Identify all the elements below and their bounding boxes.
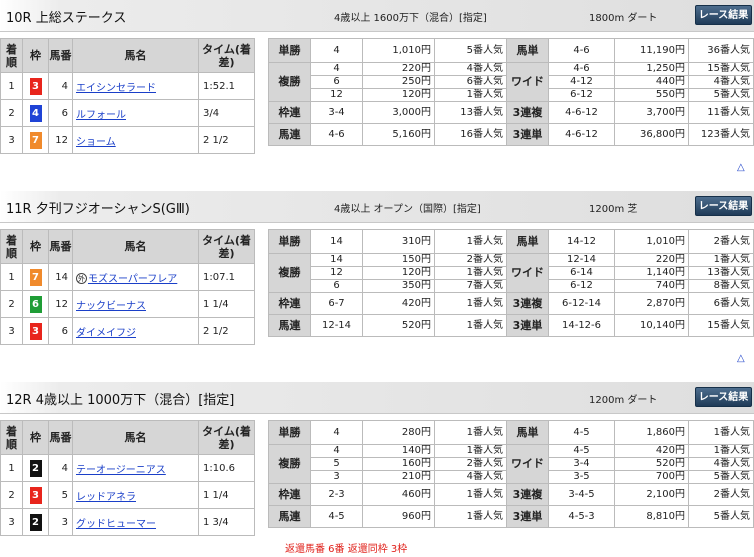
label-sanrenpuku: 3連複 [506, 292, 549, 315]
waku-badge: 7 [29, 131, 42, 149]
race-condition: 4歳以上 オープン（国際）[指定] [334, 204, 481, 215]
label-sanrenpuku: 3連複 [506, 101, 549, 124]
label-umatan: 馬単 [506, 229, 549, 254]
label-sanrenpuku: 3連複 [506, 483, 549, 506]
label-wakuren: 枠連 [268, 483, 311, 506]
label-sanrentan: 3連単 [506, 505, 549, 528]
waku-badge: 3 [29, 486, 42, 504]
label-umaren: 馬連 [268, 505, 311, 528]
race-distance: 1200m ダート [589, 395, 658, 406]
label-wakuren: 枠連 [268, 292, 311, 315]
horse-name-link[interactable]: テーオージーニアス [74, 465, 166, 476]
header-name: 馬名 [72, 420, 199, 455]
horse-name-link[interactable]: ダイメイフジ [74, 328, 136, 339]
result-row: 2 6 12 ナックビーナス 1 1/4 [0, 290, 255, 318]
race-distance: 1200m 芝 [589, 204, 638, 215]
label-umaren: 馬連 [268, 123, 311, 146]
header-waku: 枠 [22, 229, 49, 264]
foreign-horse-icon: 外 [76, 273, 87, 284]
horse-name-link[interactable]: エイシンセラード [74, 83, 156, 94]
race-section-12r: 12R 4歳以上 1000万下（混合）[指定] 1200m ダート レース結果 … [0, 382, 754, 557]
payout-table: 単勝 4 280円 1番人気 馬単 4-5 1,860円 1番人気 複勝 4 1… [268, 420, 754, 528]
result-table: 着順 枠 馬番 馬名 タイム(着差) 1 2 4 テーオージーニアス 1:10.… [0, 420, 255, 536]
payout-table: 単勝 14 310円 1番人気 馬単 14-12 1,010円 2番人気 複勝 … [268, 229, 754, 337]
horse-name-link[interactable]: グッドヒューマー [74, 519, 156, 530]
header-time: タイム(着差) [198, 229, 255, 264]
label-tansho: 単勝 [268, 420, 311, 445]
race-header: 11R 夕刊フジオーシャンS(GⅢ) 4歳以上 オープン（国際）[指定] 120… [0, 191, 754, 223]
horse-name-link[interactable]: ショーム [74, 137, 116, 148]
race-section-10r: 10R 上総ステークス 4歳以上 1600万下（混合）[指定] 1800m ダー… [0, 0, 754, 186]
header-num: 馬番 [48, 38, 73, 73]
label-fukusho: 複勝 [268, 62, 311, 102]
race-distance: 1800m ダート [589, 13, 658, 24]
result-row: 1 2 4 テーオージーニアス 1:10.6 [0, 454, 255, 482]
label-fukusho: 複勝 [268, 444, 311, 484]
waku-badge: 2 [29, 459, 42, 477]
waku-badge: 2 [29, 513, 42, 531]
result-row: 2 3 5 レッドアネラ 1 1/4 [0, 481, 255, 509]
label-tansho: 単勝 [268, 229, 311, 254]
header-time: タイム(着差) [198, 420, 255, 455]
result-row: 3 7 12 ショーム 2 1/2 [0, 126, 255, 154]
label-wakuren: 枠連 [268, 101, 311, 124]
page-top-arrow-icon[interactable]: △ [737, 162, 745, 173]
waku-badge: 6 [29, 295, 42, 313]
header-waku: 枠 [22, 38, 49, 73]
horse-name-link[interactable]: モズスーパーフレア [88, 274, 177, 285]
result-row: 3 2 3 グッドヒューマー 1 3/4 [0, 508, 255, 536]
header-rank: 着順 [0, 420, 23, 455]
payout-table: 単勝 4 1,010円 5番人気 馬単 4-6 11,190円 36番人気 複勝… [268, 38, 754, 146]
label-sanrentan: 3連単 [506, 123, 549, 146]
header-num: 馬番 [48, 229, 73, 264]
header-name: 馬名 [72, 229, 199, 264]
header-rank: 着順 [0, 229, 23, 264]
waku-badge: 3 [29, 77, 42, 95]
refund-note: 返還馬番 6番 返還同枠 3枠 [285, 544, 408, 555]
result-row: 2 4 6 ルフォール 3/4 [0, 99, 255, 127]
race-result-button[interactable]: レース結果 [695, 5, 752, 25]
race-title: 11R 夕刊フジオーシャンS(GⅢ) [6, 202, 190, 217]
header-num: 馬番 [48, 420, 73, 455]
race-title: 10R 上総ステークス [6, 11, 127, 26]
horse-name-link[interactable]: ルフォール [74, 110, 126, 121]
result-table: 着順 枠 馬番 馬名 タイム(着差) 1 3 4 エイシンセラード 1:52.1… [0, 38, 255, 154]
waku-badge: 7 [29, 268, 42, 286]
horse-name-link[interactable]: ナックビーナス [74, 301, 146, 312]
header-rank: 着順 [0, 38, 23, 73]
race-header: 10R 上総ステークス 4歳以上 1600万下（混合）[指定] 1800m ダー… [0, 0, 754, 32]
label-fukusho: 複勝 [268, 253, 311, 293]
waku-badge: 4 [29, 104, 42, 122]
race-result-button[interactable]: レース結果 [695, 196, 752, 216]
race-result-button[interactable]: レース結果 [695, 387, 752, 407]
header-time: タイム(着差) [198, 38, 255, 73]
race-header: 12R 4歳以上 1000万下（混合）[指定] 1200m ダート レース結果 [0, 382, 754, 414]
label-wide: ワイド [506, 253, 549, 293]
label-wide: ワイド [506, 444, 549, 484]
header-waku: 枠 [22, 420, 49, 455]
race-title: 12R 4歳以上 1000万下（混合）[指定] [6, 393, 235, 408]
label-sanrentan: 3連単 [506, 314, 549, 337]
waku-badge: 3 [29, 322, 42, 340]
label-umatan: 馬単 [506, 420, 549, 445]
label-wide: ワイド [506, 62, 549, 102]
header-name: 馬名 [72, 38, 199, 73]
result-row: 1 7 14 外モズスーパーフレア 1:07.1 [0, 263, 255, 291]
result-table: 着順 枠 馬番 馬名 タイム(着差) 1 7 14 外モズスーパーフレア 1:0… [0, 229, 255, 345]
result-row: 1 3 4 エイシンセラード 1:52.1 [0, 72, 255, 100]
label-tansho: 単勝 [268, 38, 311, 63]
label-umaren: 馬連 [268, 314, 311, 337]
result-row: 3 3 6 ダイメイフジ 2 1/2 [0, 317, 255, 345]
label-umatan: 馬単 [506, 38, 549, 63]
race-section-11r: 11R 夕刊フジオーシャンS(GⅢ) 4歳以上 オープン（国際）[指定] 120… [0, 191, 754, 377]
page-top-arrow-icon[interactable]: △ [737, 353, 745, 364]
horse-name-link[interactable]: レッドアネラ [74, 492, 136, 503]
race-condition: 4歳以上 1600万下（混合）[指定] [334, 13, 487, 24]
